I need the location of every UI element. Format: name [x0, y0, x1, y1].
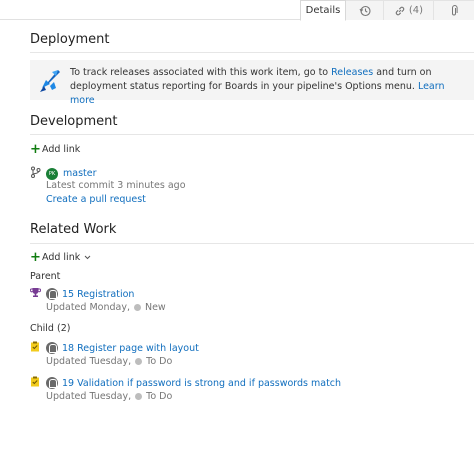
child-work-item-link[interactable]: 19 Validation if password is strong and … — [62, 378, 341, 389]
list-item: 19 Validation if password is strong and … — [30, 376, 341, 390]
parent-group-label: Parent — [30, 271, 60, 282]
development-add-link-label: Add link — [42, 144, 81, 155]
work-item-title: Registration — [77, 288, 135, 300]
child-item-meta: Updated Tuesday, To Do — [46, 356, 172, 367]
deployment-message: To track releases associated with this w… — [70, 66, 466, 108]
status-dot-icon — [135, 393, 143, 400]
work-item-id: 18 — [62, 342, 75, 354]
releases-link[interactable]: Releases — [331, 67, 373, 78]
status-badge: To Do — [146, 356, 173, 367]
branch-master-link[interactable]: master — [63, 168, 97, 179]
development-add-link-button[interactable]: + Add link — [30, 141, 81, 157]
branch-link-row: PK master — [30, 166, 97, 181]
create-pull-request-label: Create a pull request — [46, 194, 146, 205]
updated-text: Updated Tuesday, — [46, 356, 132, 367]
development-divider — [30, 134, 474, 135]
tab-history[interactable] — [346, 0, 384, 20]
work-item-title: Register page with layout — [77, 342, 199, 354]
child-work-item-link[interactable]: 18 Register page with layout — [62, 343, 199, 354]
deployment-title: Deployment — [30, 32, 110, 47]
avatar — [46, 288, 58, 300]
task-icon — [30, 376, 42, 390]
tab-links[interactable]: (4) — [384, 0, 434, 20]
work-item-title: Validation if password is strong and if … — [77, 377, 342, 389]
trophy-icon — [29, 287, 42, 301]
history-icon — [359, 5, 371, 17]
list-item: 18 Register page with layout — [30, 341, 199, 355]
deployment-info-box: To track releases associated with this w… — [30, 60, 474, 106]
plus-icon: + — [30, 249, 41, 265]
tab-details-label: Details — [305, 5, 341, 16]
deployment-divider — [30, 52, 474, 53]
related-add-link-label: Add link — [42, 252, 81, 263]
child-label: Child (2) — [30, 323, 71, 334]
tab-bar: Details (4) — [0, 0, 474, 21]
updated-text: Updated Monday, — [46, 302, 130, 313]
latest-commit-text: Latest commit 3 minutes ago — [46, 180, 186, 191]
updated-text: Updated Tuesday, — [46, 391, 132, 402]
work-item-id: 19 — [62, 377, 75, 389]
related-work-divider — [30, 243, 474, 244]
task-icon — [30, 341, 42, 355]
status-badge: New — [144, 302, 166, 313]
status-dot-icon — [133, 304, 141, 311]
tab-links-count: (4) — [408, 5, 424, 16]
avatar: PK — [46, 167, 58, 180]
paperclip-icon — [449, 4, 459, 17]
chevron-down-icon — [84, 252, 91, 263]
work-item-id: 15 — [62, 288, 75, 300]
link-icon — [394, 5, 406, 17]
status-dot-icon — [135, 358, 143, 365]
child-item-meta: Updated Tuesday, To Do — [46, 391, 172, 402]
rocket-deploy-icon — [36, 66, 64, 94]
related-work-title: Related Work — [30, 222, 117, 237]
related-add-link-button[interactable]: + Add link — [30, 249, 91, 265]
parent-work-item-link[interactable]: 15 Registration — [62, 289, 134, 300]
status-badge: To Do — [146, 391, 173, 402]
create-pull-request-link[interactable]: Create a pull request — [46, 194, 146, 205]
parent-item-meta: Updated Monday, New — [46, 302, 166, 313]
tab-details[interactable]: Details — [300, 0, 346, 21]
avatar — [46, 342, 58, 354]
development-title: Development — [30, 114, 118, 129]
tab-attachments[interactable] — [434, 0, 474, 20]
list-item: 15 Registration — [29, 287, 134, 301]
child-group-label: Child (2) — [30, 323, 70, 334]
plus-icon: + — [30, 141, 41, 157]
parent-label: Parent — [30, 271, 61, 282]
commit-info: Latest commit 3 minutes ago — [46, 180, 186, 191]
avatar — [46, 377, 58, 389]
deployment-text-before: To track releases associated with this w… — [70, 67, 332, 78]
git-branch-icon — [30, 166, 41, 181]
